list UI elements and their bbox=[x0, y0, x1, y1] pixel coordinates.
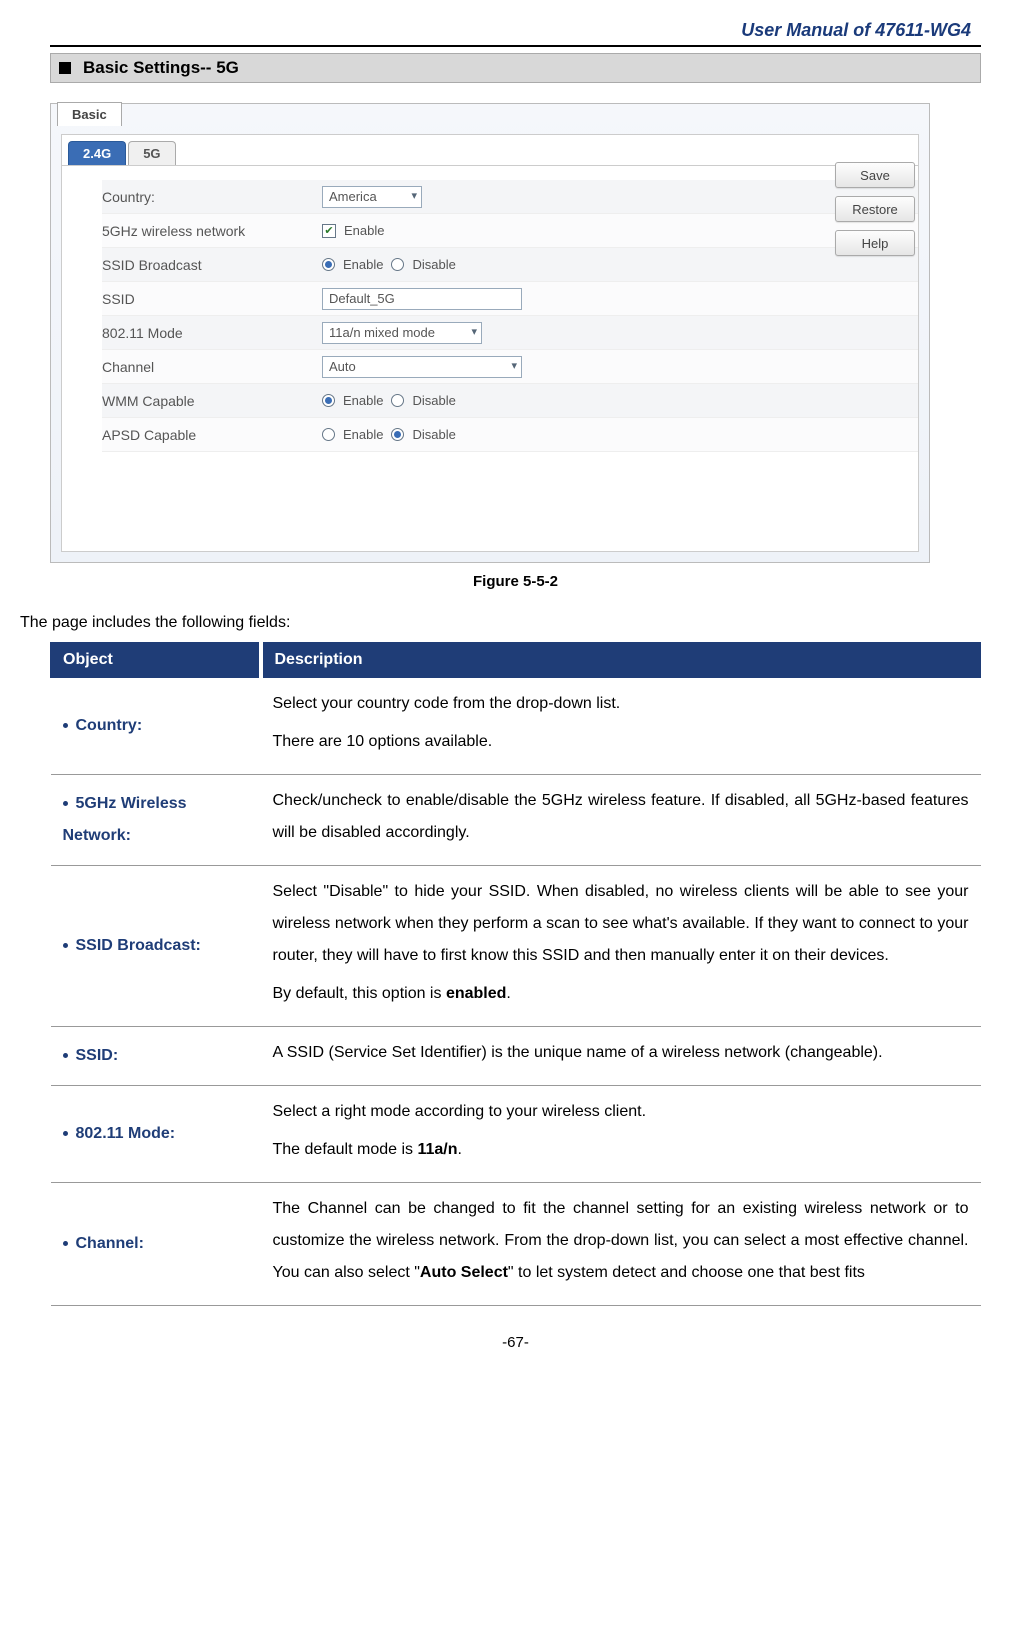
table-row: 5GHz Wireless Network: Check/uncheck to … bbox=[51, 775, 981, 866]
ssid-broadcast-disable-radio[interactable] bbox=[391, 258, 404, 271]
obj-channel: Channel: bbox=[76, 1235, 144, 1252]
restore-button[interactable]: Restore bbox=[835, 196, 915, 222]
bullet-icon bbox=[63, 723, 68, 728]
section-title: Basic Settings-- 5G bbox=[83, 58, 239, 78]
obj-5ghz: 5GHz Wireless Network: bbox=[63, 795, 187, 844]
square-bullet-icon bbox=[59, 62, 71, 74]
desc-mode-p2: The default mode is 11a/n. bbox=[273, 1134, 969, 1166]
desc-ssid-p1: A SSID (Service Set Identifier) is the u… bbox=[273, 1037, 969, 1069]
label-wmm: WMM Capable bbox=[102, 393, 322, 409]
wmm-disable-label: Disable bbox=[412, 393, 455, 408]
bullet-icon bbox=[63, 1131, 68, 1136]
desc-mode-p1: Select a right mode according to your wi… bbox=[273, 1096, 969, 1128]
ssid-input[interactable]: Default_5G bbox=[322, 288, 522, 310]
obj-ssid: SSID: bbox=[76, 1047, 119, 1064]
desc-country-p1: Select your country code from the drop-d… bbox=[273, 688, 969, 720]
divider bbox=[50, 45, 981, 47]
desc-ssidb-p2: By default, this option is enabled. bbox=[273, 978, 969, 1010]
country-select[interactable]: America bbox=[322, 186, 422, 208]
table-row: SSID: A SSID (Service Set Identifier) is… bbox=[51, 1027, 981, 1086]
ssid-broadcast-disable-label: Disable bbox=[412, 257, 455, 272]
label-ssid: SSID bbox=[102, 291, 322, 307]
table-row: SSID Broadcast: Select "Disable" to hide… bbox=[51, 866, 981, 1027]
label-5ghz-wireless: 5GHz wireless network bbox=[102, 223, 322, 239]
desc-ssidb-p1: Select "Disable" to hide your SSID. When… bbox=[273, 876, 969, 972]
enable-5ghz-label: Enable bbox=[344, 223, 384, 238]
mode-select[interactable]: 11a/n mixed mode bbox=[322, 322, 482, 344]
obj-country: Country: bbox=[76, 717, 143, 734]
document-title: User Manual of 47611-WG4 bbox=[50, 20, 981, 45]
channel-select[interactable]: Auto bbox=[322, 356, 522, 378]
table-row: Channel: The Channel can be changed to f… bbox=[51, 1183, 981, 1306]
tab-5g[interactable]: 5G bbox=[128, 141, 175, 165]
page-number: -67- bbox=[50, 1334, 981, 1351]
table-row: 802.11 Mode: Select a right mode accordi… bbox=[51, 1086, 981, 1183]
wmm-disable-radio[interactable] bbox=[391, 394, 404, 407]
enable-5ghz-checkbox[interactable]: ✔ bbox=[322, 224, 336, 238]
obj-mode: 802.11 Mode: bbox=[76, 1125, 176, 1142]
apsd-disable-label: Disable bbox=[412, 427, 455, 442]
table-row: Country: Select your country code from t… bbox=[51, 678, 981, 775]
ssid-broadcast-enable-radio[interactable] bbox=[322, 258, 335, 271]
tab-basic[interactable]: Basic bbox=[57, 102, 122, 126]
figure-caption: Figure 5-5-2 bbox=[50, 573, 981, 590]
wmm-enable-radio[interactable] bbox=[322, 394, 335, 407]
intro-text: The page includes the following fields: bbox=[20, 614, 981, 632]
th-description: Description bbox=[261, 643, 981, 678]
desc-country-p2: There are 10 options available. bbox=[273, 726, 969, 758]
bullet-icon bbox=[63, 1053, 68, 1058]
apsd-disable-radio[interactable] bbox=[391, 428, 404, 441]
bullet-icon bbox=[63, 801, 68, 806]
apsd-enable-radio[interactable] bbox=[322, 428, 335, 441]
desc-channel-p1: The Channel can be changed to fit the ch… bbox=[273, 1193, 969, 1289]
label-ssid-broadcast: SSID Broadcast bbox=[102, 257, 322, 273]
ssid-broadcast-enable-label: Enable bbox=[343, 257, 383, 272]
section-heading: Basic Settings-- 5G bbox=[50, 53, 981, 83]
label-802-11-mode: 802.11 Mode bbox=[102, 325, 322, 341]
label-country: Country: bbox=[102, 189, 322, 205]
bullet-icon bbox=[63, 943, 68, 948]
obj-ssid-broadcast: SSID Broadcast: bbox=[76, 937, 201, 954]
th-object: Object bbox=[51, 643, 261, 678]
help-button[interactable]: Help bbox=[835, 230, 915, 256]
embedded-screenshot: Basic 2.4G 5G Country: America 5GHz wire… bbox=[50, 103, 930, 563]
label-channel: Channel bbox=[102, 359, 322, 375]
tab-2-4g[interactable]: 2.4G bbox=[68, 141, 126, 165]
label-apsd: APSD Capable bbox=[102, 427, 322, 443]
bullet-icon bbox=[63, 1241, 68, 1246]
fields-table: Object Description Country: Select your … bbox=[50, 642, 981, 1306]
desc-5ghz-p1: Check/uncheck to enable/disable the 5GHz… bbox=[273, 785, 969, 849]
wmm-enable-label: Enable bbox=[343, 393, 383, 408]
apsd-enable-label: Enable bbox=[343, 427, 383, 442]
save-button[interactable]: Save bbox=[835, 162, 915, 188]
